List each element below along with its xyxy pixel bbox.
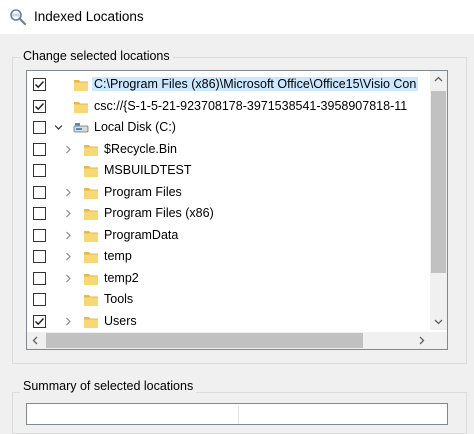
checkmark-icon — [34, 80, 45, 89]
tree-row-label: Tools — [104, 292, 134, 306]
checkbox[interactable] — [33, 142, 46, 156]
tree-row-label: C:\Program Files (x86)\Microsoft Office\… — [92, 77, 419, 91]
tree-row-label: Users — [104, 313, 137, 328]
folder-icon — [84, 209, 98, 220]
tree-row[interactable]: MSBUILDTEST — [27, 160, 427, 182]
vertical-scrollbar[interactable] — [430, 71, 447, 330]
change-locations-label: Change selected locations — [20, 49, 173, 63]
tree-row[interactable]: temp — [27, 246, 427, 268]
local-disk-icon — [73, 123, 89, 133]
folder-icon — [84, 144, 98, 156]
chevron-right-icon[interactable] — [64, 145, 73, 154]
tree-row-label: $Recycle.Bin — [104, 141, 177, 156]
chevron-right-icon[interactable] — [64, 317, 73, 326]
chevron-right-icon[interactable] — [64, 274, 73, 283]
summary-label: Summary of selected locations — [20, 379, 197, 393]
tree-row[interactable]: $Recycle.Bin — [27, 139, 427, 161]
tree-row[interactable]: Local Disk (C:) — [27, 117, 427, 139]
folder-icon — [84, 252, 98, 263]
window-title: Indexed Locations — [34, 9, 144, 24]
checkmark-icon — [34, 102, 45, 110]
vertical-scroll-thumb[interactable] — [431, 91, 446, 273]
tree-row-label: MSBUILDTEST — [104, 163, 192, 177]
scroll-left-arrow-icon[interactable] — [27, 332, 44, 349]
folder-icon — [84, 166, 98, 177]
tree-row[interactable]: Users — [27, 311, 427, 331]
scrollbar-corner — [430, 332, 447, 349]
checkbox[interactable] — [33, 99, 46, 113]
tree-row[interactable]: Program Files — [27, 182, 427, 204]
tree-row[interactable]: temp2 — [27, 268, 427, 290]
checkbox[interactable] — [33, 78, 46, 91]
folder-icon — [74, 101, 88, 113]
chevron-right-icon[interactable] — [64, 188, 73, 197]
folder-icon — [74, 80, 88, 91]
folder-icon — [84, 295, 98, 306]
horizontal-scroll-thumb[interactable] — [46, 333, 363, 348]
scroll-down-arrow-icon[interactable] — [430, 313, 447, 330]
checkbox[interactable] — [33, 121, 46, 134]
checkbox[interactable] — [33, 164, 46, 177]
scroll-up-arrow-icon[interactable] — [430, 71, 447, 88]
checkbox[interactable] — [33, 250, 46, 263]
tree-row-label: Program Files (x86) — [104, 206, 214, 220]
tree-row[interactable]: Tools — [27, 289, 427, 311]
summary-list[interactable] — [26, 403, 448, 425]
chevron-down-icon[interactable] — [54, 123, 63, 132]
tree-rows: C:\Program Files (x86)\Microsoft Office\… — [27, 71, 427, 330]
indexing-options-icon — [10, 9, 27, 26]
folder-icon — [84, 316, 98, 328]
checkbox[interactable] — [33, 228, 46, 242]
checkbox[interactable] — [33, 185, 46, 199]
chevron-right-icon[interactable] — [64, 231, 73, 240]
summary-column-divider — [238, 406, 239, 424]
checkbox[interactable] — [33, 314, 46, 328]
tree-row-label: Local Disk (C:) — [94, 120, 176, 134]
checkbox[interactable] — [33, 207, 46, 220]
tree-row[interactable]: Program Files (x86) — [27, 203, 427, 225]
checkmark-icon — [34, 317, 45, 325]
tree-row[interactable]: C:\Program Files (x86)\Microsoft Office\… — [27, 74, 427, 96]
tree-row-label: ProgramData — [104, 227, 179, 242]
tree-row-label: temp — [104, 249, 132, 263]
tree-row-label: Program Files — [104, 184, 182, 199]
title-bar: Indexed Locations — [0, 0, 474, 34]
chevron-right-icon[interactable] — [64, 209, 73, 218]
tree-row-label: temp2 — [104, 270, 139, 285]
chevron-right-icon[interactable] — [64, 252, 73, 261]
horizontal-scrollbar[interactable] — [27, 332, 430, 349]
folder-icon — [84, 230, 98, 242]
scroll-right-arrow-icon[interactable] — [413, 332, 430, 349]
tree-row[interactable]: ProgramData — [27, 225, 427, 247]
checkbox[interactable] — [33, 293, 46, 306]
checkbox[interactable] — [33, 271, 46, 285]
tree-row[interactable]: csc://{S-1-5-21-923708178-3971538541-395… — [27, 96, 427, 118]
folder-icon — [84, 273, 98, 285]
locations-tree[interactable]: C:\Program Files (x86)\Microsoft Office\… — [26, 70, 448, 350]
folder-icon — [84, 187, 98, 199]
tree-row-label: csc://{S-1-5-21-923708178-3971538541-395… — [94, 98, 408, 113]
